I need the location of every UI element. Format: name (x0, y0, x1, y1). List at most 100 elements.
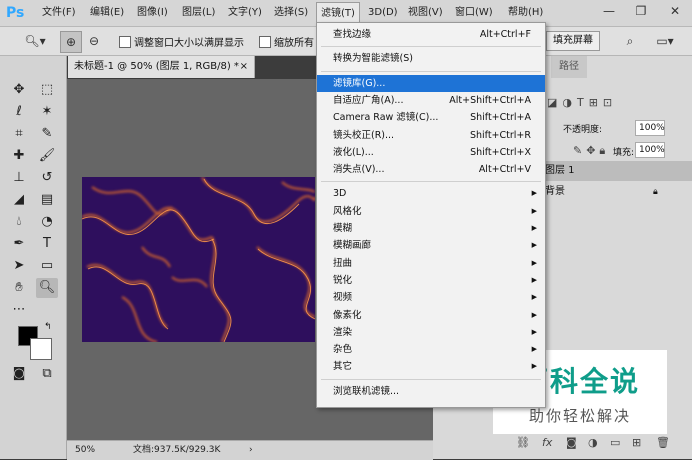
zoom-in-icon[interactable]: ⊕ (60, 31, 82, 53)
filter-menu-item[interactable]: 模糊 ▶ (317, 220, 545, 237)
crop-tool-icon[interactable]: ⌗ (8, 124, 30, 144)
minimize-button[interactable]: — (596, 0, 622, 22)
submenu-arrow-icon: ▶ (531, 310, 537, 319)
workspace-icon[interactable]: ▭▾ (650, 31, 680, 51)
menu-item-label: 视频 (333, 292, 353, 304)
menu-item-label: 浏览联机滤镜... (333, 385, 400, 397)
background-color-swatch[interactable] (30, 338, 52, 360)
quick-mask-icon[interactable]: ◙ (8, 364, 30, 384)
document-tab[interactable]: 未标题-1 @ 50% (图层 1, RGB/8) * × (68, 56, 255, 78)
hand-tool-icon[interactable]: ✋︎ (8, 278, 30, 298)
menu-item-label: 像素化 (333, 309, 362, 321)
filter-menu-item[interactable]: Camera Raw 滤镜(C)... Shift+Ctrl+A (317, 109, 545, 126)
more-tools-icon[interactable]: ⋯ (8, 300, 30, 320)
zoom-all-checkbox[interactable] (259, 36, 271, 48)
filter-menu-item[interactable]: 浏览联机滤镜... (317, 383, 545, 400)
zoom-tool-icon[interactable]: 🔍︎ (36, 278, 58, 298)
search-icon[interactable]: ⌕ (620, 31, 640, 51)
magic-wand-tool-icon[interactable]: ✶ (36, 102, 58, 122)
menu-item-shortcut: Alt+Shift+Ctrl+A (449, 94, 531, 106)
fill-screen-button[interactable]: 填充屏幕 (546, 31, 600, 51)
close-tab-icon[interactable]: × (240, 56, 248, 78)
eyedropper-tool-icon[interactable]: ✎ (36, 124, 58, 144)
layer-name: 图层 1 (545, 165, 575, 176)
menu-separator (321, 46, 541, 48)
plasma-texture-artwork (82, 177, 315, 342)
delete-layer-icon[interactable]: 🗑︎ (656, 436, 670, 449)
adjustment-layer-icon[interactable]: ◑ (588, 436, 598, 449)
close-button[interactable]: ✕ (662, 0, 688, 22)
path-selection-tool-icon[interactable]: ➤ (8, 256, 30, 276)
menu-item-label: 风格化 (333, 205, 362, 217)
history-brush-tool-icon[interactable]: ↺ (36, 168, 58, 188)
new-layer-icon[interactable]: ⊞ (632, 436, 641, 449)
menu-item-label: 自适应广角(A)... (333, 94, 404, 106)
filter-menu-item[interactable]: 滤镜库(G)... (317, 74, 545, 92)
menu-item-label: 3D (333, 188, 347, 200)
brush-tool-icon[interactable]: 🖌︎ (36, 146, 58, 166)
opacity-field[interactable]: 100% (635, 120, 665, 136)
menu-item[interactable]: 文件(F) (38, 0, 80, 26)
healing-brush-tool-icon[interactable]: ✚ (8, 146, 30, 166)
link-layers-icon[interactable]: ⛓ (516, 436, 530, 449)
stamp-tool-icon[interactable]: ⊥ (8, 168, 30, 188)
resize-window-checkbox[interactable] (119, 36, 131, 48)
dodge-tool-icon[interactable]: ◔ (36, 212, 58, 232)
restore-button[interactable]: ❐ (628, 0, 654, 22)
photoshop-logo: Ps (6, 5, 25, 21)
shape-tool-icon[interactable]: ▭ (36, 256, 58, 276)
blur-tool-icon[interactable]: 💧︎ (8, 212, 30, 232)
lock-icon: 🔒︎ (653, 187, 658, 197)
lock-icons[interactable]: ✎✥🔒︎ (573, 144, 609, 158)
filter-menu-item[interactable]: 其它 ▶ (317, 358, 545, 375)
menu-item-shortcut: Alt+Ctrl+F (479, 29, 531, 40)
filter-menu-item[interactable]: 查找边缘 Alt+Ctrl+F (317, 26, 545, 43)
filter-menu-item[interactable]: 消失点(V)... Alt+Ctrl+V (317, 161, 545, 178)
submenu-arrow-icon: ▶ (531, 275, 537, 284)
filter-menu-item[interactable]: 风格化 ▶ (317, 203, 545, 220)
menu-item[interactable]: 图像(I) (133, 0, 172, 26)
filter-menu-item[interactable]: 杂色 ▶ (317, 341, 545, 358)
new-group-icon[interactable]: ▭ (610, 436, 620, 449)
zoom-level[interactable]: 50% (75, 441, 95, 459)
type-tool-icon[interactable]: T (36, 234, 58, 254)
filter-menu-item[interactable]: 模糊画廊 ▶ (317, 237, 545, 254)
resize-window-label: 调整窗口大小以满屏显示 (134, 38, 244, 49)
layer-filter-icons[interactable]: ◪◑T⊞⊡ (547, 96, 617, 109)
menu-separator (321, 181, 541, 183)
filter-menu-item[interactable]: 液化(L)... Shift+Ctrl+X (317, 144, 545, 161)
marquee-tool-icon[interactable]: ⬚ (36, 80, 58, 100)
fx-icon[interactable]: fx (542, 436, 552, 449)
add-mask-icon[interactable]: ◙ (566, 436, 577, 449)
menu-separator (321, 70, 541, 72)
filter-menu-item[interactable]: 自适应广角(A)... Alt+Shift+Ctrl+A (317, 92, 545, 109)
eraser-tool-icon[interactable]: ◢ (8, 190, 30, 210)
filter-menu-item[interactable]: 镜头校正(R)... Shift+Ctrl+R (317, 127, 545, 144)
lasso-tool-icon[interactable]: ℓ (8, 102, 30, 122)
pen-tool-icon[interactable]: ✒ (8, 234, 30, 254)
status-menu-arrow[interactable]: › (249, 441, 253, 459)
filter-menu-item[interactable]: 视频 ▶ (317, 289, 545, 306)
filter-menu-item[interactable]: 扭曲 ▶ (317, 255, 545, 272)
menu-item[interactable]: 图层(L) (178, 0, 219, 26)
filter-menu-item[interactable]: 锐化 ▶ (317, 272, 545, 289)
screen-mode-icon[interactable]: ⧉ (36, 364, 58, 384)
menu-item[interactable]: 选择(S) (270, 0, 312, 26)
filter-menu-item[interactable]: 转换为智能滤镜(S) (317, 50, 545, 67)
swap-colors-icon[interactable]: ↰ (44, 322, 52, 332)
submenu-arrow-icon: ▶ (531, 258, 537, 267)
menu-item-label: 锐化 (333, 274, 353, 286)
fill-field[interactable]: 100% (635, 142, 665, 158)
document-canvas[interactable] (82, 177, 315, 342)
filter-menu-item[interactable]: 渲染 ▶ (317, 324, 545, 341)
zoom-out-icon[interactable]: ⊖ (84, 31, 104, 51)
move-tool-icon[interactable]: ✥ (8, 80, 30, 100)
filter-menu-item[interactable]: 像素化 ▶ (317, 307, 545, 324)
menu-item-label: 渲染 (333, 326, 353, 338)
zoom-tool-preset-icon[interactable]: 🔍︎▾ (20, 31, 50, 51)
gradient-tool-icon[interactable]: ▤ (36, 190, 58, 210)
filter-menu-item[interactable]: 3D ▶ (317, 185, 545, 202)
menu-item[interactable]: 文字(Y) (224, 0, 266, 26)
tab-paths[interactable]: 路径 (551, 56, 587, 78)
menu-item[interactable]: 编辑(E) (86, 0, 128, 26)
